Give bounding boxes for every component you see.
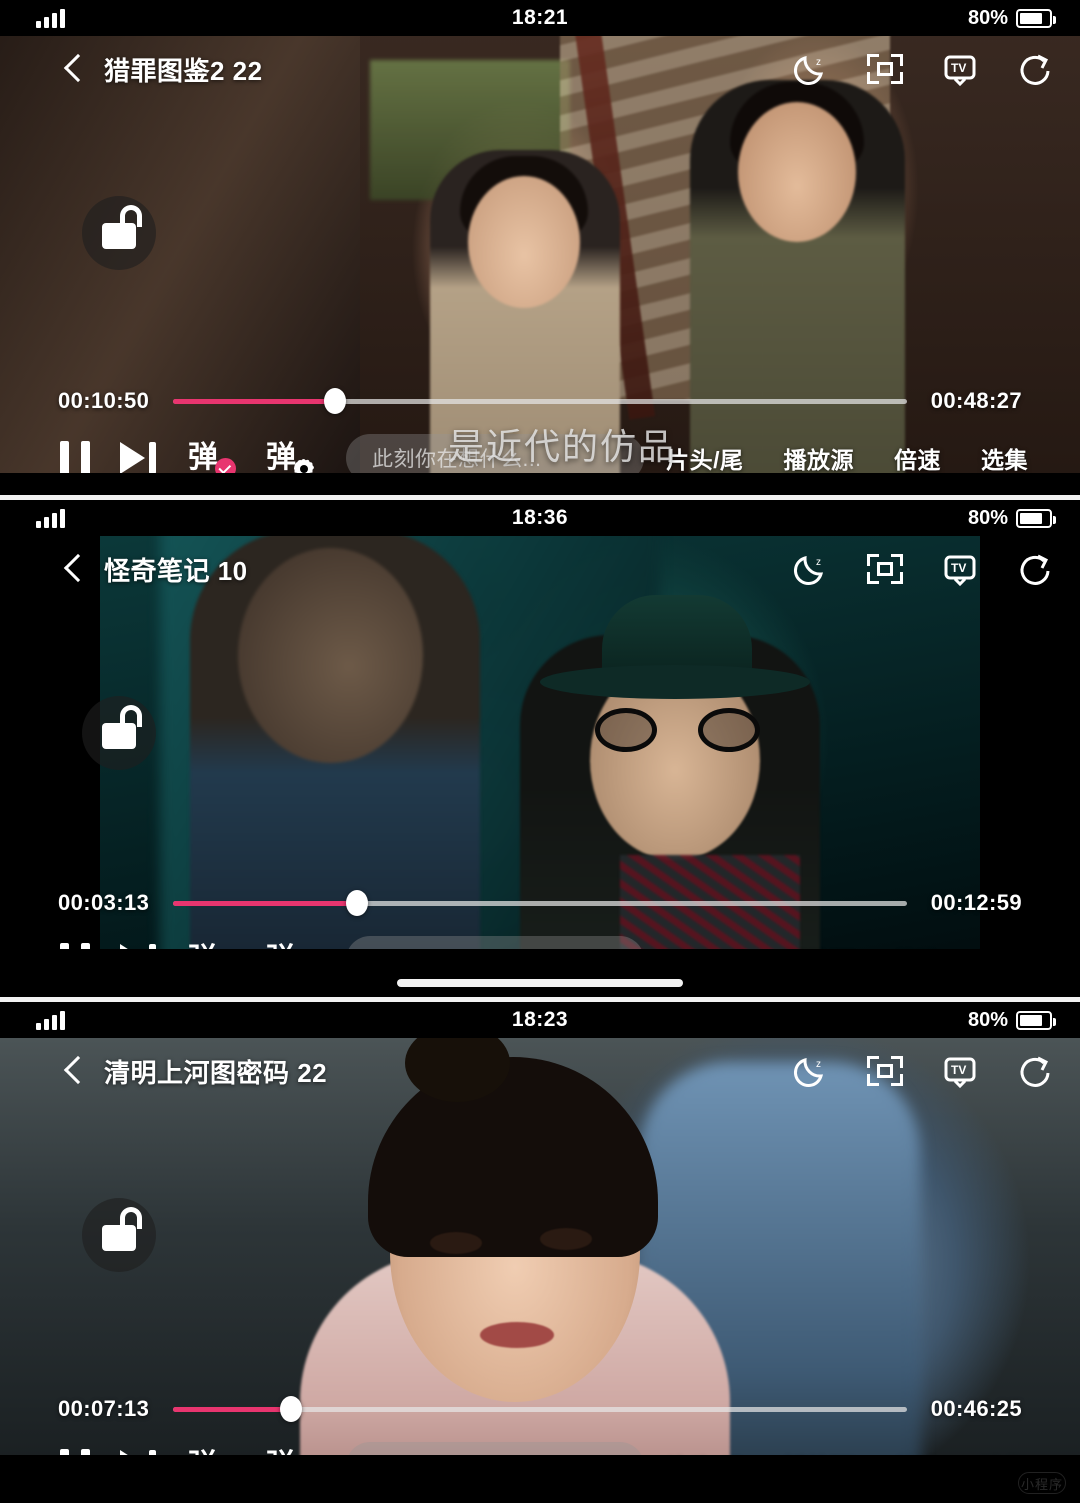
screen-crop-icon[interactable] (866, 550, 904, 588)
player-top-bar: 猎罪图鉴2 22 z TV (0, 36, 1080, 102)
status-bar: 18:21 80% (0, 0, 1080, 36)
top-icon-group: z TV (791, 50, 1054, 88)
battery-icon (1016, 1010, 1056, 1030)
danmaku-settings-label: 弹 (266, 440, 296, 475)
svg-text:TV: TV (951, 1063, 966, 1077)
back-chevron-icon[interactable] (56, 552, 90, 586)
sleep-timer-icon[interactable]: z (791, 50, 829, 88)
danmaku-settings-button[interactable]: 弹 (266, 439, 314, 477)
page-title: 猎罪图鉴2 22 (104, 55, 263, 86)
progress-row: 00:03:13 00:12:59 (0, 883, 1080, 923)
total-time-label: 00:46:25 (930, 1396, 1022, 1421)
screen-lock-button[interactable] (82, 196, 156, 270)
battery-status: 80% (967, 1008, 1056, 1032)
player-controls-1: 00:10:50 00:48:27 弹 弹 此刻你在想什么... 片头/尾 播放… (0, 381, 1080, 495)
progress-slider[interactable] (173, 890, 907, 916)
total-time-label: 00:48:27 (930, 388, 1022, 413)
back-chevron-icon[interactable] (56, 1054, 90, 1088)
next-episode-icon[interactable] (120, 442, 156, 474)
status-bar: 18:23 80% (0, 1002, 1080, 1038)
menu-speed[interactable]: 倍速 (894, 441, 941, 475)
screen-lock-button[interactable] (82, 696, 156, 770)
screenshot-stack: 18:21 80% 猎罪图鉴2 22 z TV 是近代的仿品 00:10:50 … (0, 0, 1080, 1503)
status-bar: 18:36 80% (0, 500, 1080, 536)
player-top-bar: 怪奇笔记 10 z TV (0, 536, 1080, 602)
share-icon[interactable] (1016, 1052, 1054, 1090)
battery-icon (1016, 508, 1056, 528)
app-watermark: 小程序 (1018, 1472, 1066, 1494)
tv-cast-icon[interactable]: TV (941, 1052, 979, 1090)
back-chevron-icon[interactable] (56, 52, 90, 86)
danmaku-toggle-button[interactable]: 弹 (188, 439, 236, 479)
sleep-timer-icon[interactable]: z (791, 550, 829, 588)
tv-cast-icon[interactable]: TV (941, 50, 979, 88)
page-title: 清明上河图密码 22 (104, 1057, 328, 1088)
share-icon[interactable] (1016, 50, 1054, 88)
home-indicator[interactable] (397, 979, 683, 987)
battery-percent-label: 80% (967, 506, 1008, 529)
progress-slider[interactable] (173, 1396, 907, 1422)
menu-skip-intro-outro[interactable]: 片头/尾 (666, 441, 743, 475)
share-icon[interactable] (1016, 550, 1054, 588)
menu-episodes[interactable]: 选集 (981, 441, 1028, 475)
battery-percent-label: 80% (967, 1008, 1008, 1031)
svg-text:z: z (816, 557, 821, 568)
player-top-bar: 清明上河图密码 22 z TV (0, 1038, 1080, 1104)
progress-fill (173, 1406, 291, 1412)
sleep-timer-icon[interactable]: z (791, 1052, 829, 1090)
status-clock: 18:23 (511, 1008, 569, 1031)
svg-text:z: z (816, 57, 821, 68)
bottom-black-bar-1 (0, 473, 1080, 495)
danmaku-toggle-label: 弹 (188, 440, 218, 475)
progress-thumb[interactable] (323, 388, 346, 414)
svg-text:z: z (816, 1059, 821, 1070)
total-time-label: 00:12:59 (930, 890, 1022, 915)
top-icon-group: z TV (791, 550, 1054, 588)
bottom-black-bar-3 (0, 1455, 1080, 1503)
bottom-black-bar-2 (0, 949, 1080, 997)
progress-fill (173, 900, 357, 906)
danmaku-input-placeholder: 此刻你在想什么... (372, 448, 542, 471)
current-time-label: 00:10:50 (58, 388, 150, 413)
battery-status: 80% (967, 6, 1056, 30)
top-icon-group: z TV (791, 1052, 1054, 1090)
player-panel-1: 18:21 80% 猎罪图鉴2 22 z TV 是近代的仿品 00:10:50 … (0, 0, 1080, 495)
svg-text:TV: TV (951, 561, 966, 575)
pause-icon[interactable] (60, 441, 90, 475)
screen-crop-icon[interactable] (866, 50, 904, 88)
tv-cast-icon[interactable]: TV (941, 550, 979, 588)
current-time-label: 00:03:13 (58, 890, 150, 915)
current-time-label: 00:07:13 (58, 1396, 150, 1421)
progress-row: 00:10:50 00:48:27 (0, 381, 1080, 421)
progress-slider[interactable] (173, 388, 907, 414)
battery-percent-label: 80% (967, 6, 1008, 29)
player-panel-3: 18:23 80% 清明上河图密码 22 z TV 00:07:13 00:46… (0, 1002, 1080, 1503)
right-menu-group: 片头/尾 播放源 倍速 选集 (666, 441, 1028, 475)
progress-thumb[interactable] (279, 1396, 302, 1422)
progress-row: 00:07:13 00:46:25 (0, 1389, 1080, 1429)
screen-crop-icon[interactable] (866, 1052, 904, 1090)
status-clock: 18:21 (511, 6, 569, 29)
player-controls-2: 00:03:13 00:12:59 弹 弹 此 (0, 883, 1080, 997)
player-panel-2: 18:36 80% 怪奇笔记 10 z TV 00:03:13 00:12:59 (0, 500, 1080, 997)
page-title: 怪奇笔记 10 (104, 555, 248, 586)
unlock-padlock-icon (102, 1207, 142, 1251)
screen-lock-button[interactable] (82, 1198, 156, 1272)
progress-thumb[interactable] (345, 890, 368, 916)
player-controls-3: 00:07:13 00:46:25 弹 弹 此 (0, 1389, 1080, 1503)
battery-icon (1016, 8, 1056, 28)
unlock-padlock-icon (102, 205, 142, 249)
menu-play-source[interactable]: 播放源 (784, 441, 855, 475)
svg-text:TV: TV (951, 61, 966, 75)
progress-fill (173, 398, 335, 404)
status-clock: 18:36 (511, 506, 569, 529)
battery-status: 80% (967, 506, 1056, 530)
unlock-padlock-icon (102, 705, 142, 749)
